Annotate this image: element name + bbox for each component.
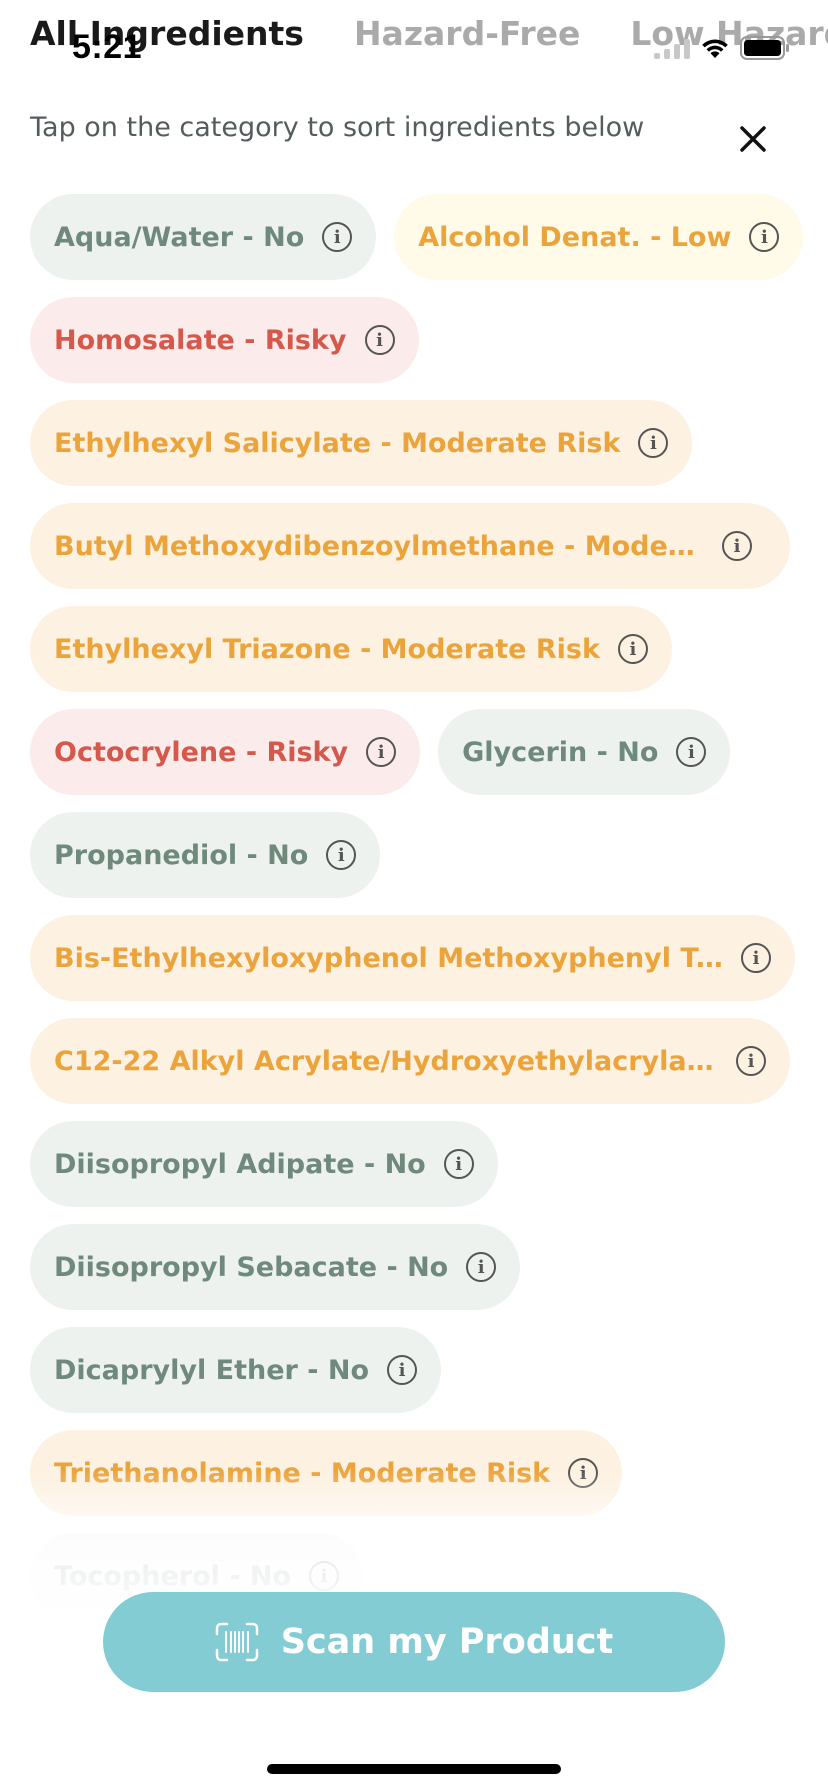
ingredient-label: Propanediol - No	[54, 839, 309, 871]
ingredient-label: Homosalate - Risky	[54, 324, 347, 356]
chip-row: Diisopropyl Sebacate - No i	[30, 1224, 521, 1310]
ingredients-screen: All Ingredients Hazard-Free Low Hazard 5…	[0, 0, 828, 1792]
ingredient-label: Alcohol Denat. - Low	[418, 221, 732, 253]
ingredient-chip[interactable]: Diisopropyl Sebacate - No i	[30, 1224, 521, 1310]
ingredient-chip[interactable]: Triethanolamine - Moderate Risk i	[30, 1430, 623, 1516]
info-icon[interactable]: i	[617, 634, 648, 664]
close-button[interactable]	[736, 122, 770, 156]
info-icon[interactable]: i	[736, 1046, 766, 1076]
ingredient-label: Ethylhexyl Salicylate - Moderate Risk	[54, 427, 621, 459]
info-icon[interactable]: i	[466, 1252, 497, 1282]
ingredient-label: Aqua/Water - No	[54, 221, 305, 253]
ingredient-label: Dicaprylyl Ether - No	[54, 1354, 369, 1386]
scan-button-label: Scan my Product	[280, 1622, 614, 1662]
barcode-scan-icon	[215, 1622, 258, 1662]
ingredient-chip[interactable]: Ethylhexyl Triazone - Moderate Risk i	[30, 606, 672, 692]
ingredient-label: Tocopherol - No	[54, 1560, 292, 1592]
info-icon[interactable]: i	[364, 325, 395, 355]
chip-row: Dicaprylyl Ether - No i	[30, 1327, 441, 1413]
chip-row: Homosalate - Risky i	[30, 297, 419, 383]
home-indicator	[267, 1764, 561, 1774]
info-icon[interactable]: i	[722, 531, 752, 561]
chip-row: Ethylhexyl Salicylate - Moderate Risk i	[30, 400, 693, 486]
wifi-icon	[700, 37, 730, 59]
ingredient-chip[interactable]: Dicaprylyl Ether - No i	[30, 1327, 441, 1413]
ingredient-label: Ethylhexyl Triazone - Moderate Risk	[54, 633, 600, 665]
ingredient-label: Butyl Methoxydibenzoylmethane - Moderate…	[54, 530, 704, 562]
ingredient-chip[interactable]: Glycerin - No i	[438, 709, 731, 795]
scan-product-button[interactable]: Scan my Product	[103, 1592, 725, 1692]
ingredient-label: Octocrylene - Risky	[54, 736, 349, 768]
close-icon	[740, 126, 766, 152]
ingredient-chip[interactable]: Alcohol Denat. - Low i	[394, 194, 804, 280]
info-icon[interactable]: i	[309, 1561, 340, 1591]
ingredient-label: Diisopropyl Sebacate - No	[54, 1251, 449, 1283]
sort-hint: Tap on the category to sort ingredients …	[30, 112, 645, 143]
chip-row: Octocrylene - Risky i Glycerin - No i	[30, 709, 731, 795]
ingredient-label: C12-22 Alkyl Acrylate/Hydroxyethylacryla…	[54, 1045, 718, 1077]
ingredient-chip[interactable]: Diisopropyl Adipate - No i	[30, 1121, 498, 1207]
info-icon[interactable]: i	[366, 737, 397, 767]
chip-row: Ethylhexyl Triazone - Moderate Risk i	[30, 606, 672, 692]
ingredient-chip[interactable]: Aqua/Water - No i	[30, 194, 377, 280]
ingredient-chip[interactable]: Bis-Ethylhexyloxyphenol Methoxyphenyl Tr…	[30, 915, 795, 1001]
ingredient-chip[interactable]: Ethylhexyl Salicylate - Moderate Risk i	[30, 400, 693, 486]
ingredient-label: Triethanolamine - Moderate Risk	[54, 1457, 551, 1489]
ingredient-label: Bis-Ethylhexyloxyphenol Methoxyphenyl Tr…	[54, 942, 723, 974]
status-icons	[654, 36, 790, 60]
info-icon[interactable]: i	[322, 222, 353, 252]
info-icon[interactable]: i	[638, 428, 669, 458]
chip-row: C12-22 Alkyl Acrylate/Hydroxyethylacryla…	[30, 1018, 790, 1104]
chip-row: Triethanolamine - Moderate Risk i	[30, 1430, 623, 1516]
tab-hazard-free[interactable]: Hazard-Free	[354, 14, 580, 53]
ingredient-chip[interactable]: Homosalate - Risky i	[30, 297, 419, 383]
status-time: 5:21	[72, 28, 143, 66]
info-icon[interactable]: i	[676, 737, 707, 767]
chip-row: Butyl Methoxydibenzoylmethane - Moderate…	[30, 503, 790, 589]
ingredient-label: Glycerin - No	[462, 736, 659, 768]
chip-row: Bis-Ethylhexyloxyphenol Methoxyphenyl Tr…	[30, 915, 795, 1001]
ingredient-chip[interactable]: Octocrylene - Risky i	[30, 709, 421, 795]
info-icon[interactable]: i	[326, 840, 357, 870]
info-icon[interactable]: i	[387, 1355, 417, 1385]
info-icon[interactable]: i	[741, 943, 771, 973]
info-icon[interactable]: i	[443, 1149, 474, 1179]
chip-row: Propanediol - No i	[30, 812, 381, 898]
ingredient-label: Diisopropyl Adipate - No	[54, 1148, 426, 1180]
ingredient-chip[interactable]: Propanediol - No i	[30, 812, 381, 898]
chip-row: Aqua/Water - No i Alcohol Denat. - Low i	[30, 194, 804, 280]
info-icon[interactable]: i	[749, 222, 780, 252]
signal-icon	[654, 37, 690, 59]
ingredient-chip[interactable]: Butyl Methoxydibenzoylmethane - Moderate…	[30, 503, 790, 589]
battery-icon	[740, 36, 790, 60]
ingredient-chip[interactable]: C12-22 Alkyl Acrylate/Hydroxyethylacryla…	[30, 1018, 790, 1104]
chip-row: Diisopropyl Adipate - No i	[30, 1121, 498, 1207]
info-icon[interactable]: i	[568, 1458, 599, 1488]
